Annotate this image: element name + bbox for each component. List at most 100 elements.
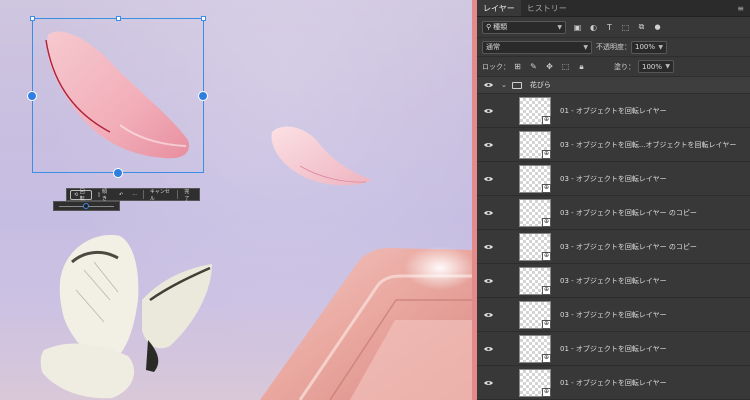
smart-object-icon: ⊕ bbox=[542, 183, 551, 193]
layers-container: ⊕ 01 - オブジェクトを回転レイヤー ⊕ 03 - オブジェクトを回転...オブジ… bbox=[477, 94, 750, 400]
layer-filter-row: ⚲ 種類 ▼ ▣ ◐ T ⬚ ⧉ ● bbox=[477, 17, 750, 38]
visibility-eye-icon[interactable] bbox=[477, 196, 499, 229]
layer-row[interactable]: ⊕ 03 - オブジェクトを回転レイヤー のコピー bbox=[477, 196, 750, 230]
tab-layers[interactable]: レイヤー bbox=[477, 0, 521, 16]
layer-thumbnail: ⊕ bbox=[519, 198, 551, 227]
layer-name: 01 - オブジェクトを回転レイヤー bbox=[560, 378, 667, 387]
fill-value: 100% bbox=[642, 62, 663, 71]
smart-object-icon: ⊕ bbox=[542, 217, 551, 227]
folder-icon bbox=[511, 81, 522, 89]
visibility-eye-icon[interactable] bbox=[477, 128, 499, 161]
lock-image-icon[interactable]: ✎ bbox=[529, 62, 538, 71]
layer-thumbnail: ⊕ bbox=[519, 96, 551, 125]
lock-all-icon[interactable]: 🔒︎ bbox=[577, 62, 586, 71]
layer-row[interactable]: ⊕ 03 - オブジェクトを回転レイヤー bbox=[477, 264, 750, 298]
layer-thumbnail: ⊕ bbox=[519, 300, 551, 329]
type-filter-icon[interactable]: T bbox=[605, 23, 614, 32]
tab-history[interactable]: ヒストリー bbox=[521, 0, 573, 16]
butterfly bbox=[40, 235, 212, 399]
visibility-eye-icon[interactable] bbox=[477, 332, 499, 365]
done-button[interactable]: 完了 bbox=[181, 189, 196, 202]
blend-mode-value: 通常 bbox=[486, 43, 500, 51]
visibility-eye-icon[interactable] bbox=[477, 264, 499, 297]
transform-handle-left[interactable] bbox=[27, 91, 37, 101]
group-name: 花びら bbox=[529, 81, 551, 89]
visibility-eye-icon[interactable] bbox=[477, 162, 499, 195]
toolbar-separator bbox=[177, 190, 179, 199]
layer-row[interactable]: ⊕ 01 - オブジェクトを回転レイヤー bbox=[477, 94, 750, 128]
lock-transparency-icon[interactable]: ⊞ bbox=[513, 62, 522, 71]
layer-thumbnail: ⊕ bbox=[519, 130, 551, 159]
chevron-down-icon: ▼ bbox=[557, 23, 562, 31]
visibility-eye-icon[interactable] bbox=[477, 230, 499, 263]
transform-handle-top-right[interactable] bbox=[201, 16, 206, 21]
layer-name: 01 - オブジェクトを回転レイヤー bbox=[560, 106, 667, 115]
slider-knob[interactable] bbox=[83, 203, 89, 209]
transform-handle-top-left[interactable] bbox=[30, 16, 35, 21]
skew-label: 傾き bbox=[102, 188, 108, 202]
layer-row[interactable]: ⊕ 01 - オブジェクトを回転レイヤー bbox=[477, 332, 750, 366]
panel-menu-icon[interactable]: ≡ bbox=[731, 0, 750, 16]
visibility-eye-icon[interactable] bbox=[477, 94, 499, 127]
smart-object-icon: ⊕ bbox=[542, 285, 551, 295]
layer-name: 03 - オブジェクトを回転...オブジェクトを回転レイヤー bbox=[560, 140, 737, 149]
skew-icon: ▯ bbox=[97, 191, 101, 198]
lock-artboard-icon[interactable]: ⬚ bbox=[561, 62, 570, 71]
toolbar-separator bbox=[143, 190, 144, 199]
transform-handle-top[interactable] bbox=[116, 16, 121, 21]
layer-group-row[interactable]: ⌄ 花びら bbox=[477, 77, 750, 94]
layer-row[interactable]: ⊕ 03 - オブジェクトを回転レイヤー のコピー bbox=[477, 230, 750, 264]
lock-position-icon[interactable]: ✥ bbox=[545, 62, 554, 71]
filter-toggle-icon[interactable]: ● bbox=[653, 23, 662, 32]
layer-name: 03 - オブジェクトを回転レイヤー のコピー bbox=[560, 242, 697, 251]
chevron-down-icon: ▼ bbox=[583, 43, 588, 51]
smart-object-filter-icon[interactable]: ⧉ bbox=[637, 22, 646, 32]
smart-object-icon: ⊕ bbox=[542, 319, 551, 329]
more-button[interactable]: ··· bbox=[129, 190, 140, 200]
pixel-filter-icon[interactable]: ▣ bbox=[573, 23, 582, 32]
layer-row[interactable]: ⊕ 03 - オブジェクトを回転レイヤー bbox=[477, 298, 750, 332]
smart-object-icon: ⊕ bbox=[542, 149, 551, 159]
rotate-icon: ⟲ bbox=[74, 191, 79, 198]
shape-filter-icon[interactable]: ⬚ bbox=[621, 23, 630, 32]
smart-object-icon: ⊕ bbox=[542, 115, 551, 125]
visibility-eye-icon[interactable] bbox=[477, 77, 499, 93]
undo-icon: ↶ bbox=[119, 191, 124, 198]
filter-kind-dropdown[interactable]: ⚲ 種類 ▼ bbox=[482, 20, 566, 34]
transform-toolbar: ⟲ 回転 ▯ 傾き ↶ ··· キャンセル 完了 bbox=[66, 188, 200, 202]
rotate-button[interactable]: ⟲ 回転 bbox=[70, 188, 92, 202]
layer-name: 01 - オブジェクトを回転レイヤー bbox=[560, 344, 667, 353]
smart-object-icon: ⊕ bbox=[542, 251, 551, 261]
layer-row[interactable]: ⊕ 03 - オブジェクトを回転...オブジェクトを回転レイヤー bbox=[477, 128, 750, 162]
transform-handle-right[interactable] bbox=[198, 91, 208, 101]
panel-tabs: レイヤー ヒストリー ≡ bbox=[477, 0, 750, 17]
layer-thumbnail: ⊕ bbox=[519, 164, 551, 193]
blend-mode-dropdown[interactable]: 通常 ▼ bbox=[482, 40, 592, 54]
opacity-field[interactable]: 100% ▼ bbox=[631, 40, 667, 54]
opacity-label: 不透明度： bbox=[596, 43, 631, 51]
fill-field[interactable]: 100% ▼ bbox=[638, 60, 674, 73]
layer-row[interactable]: ⊕ 03 - オブジェクトを回転レイヤー bbox=[477, 162, 750, 196]
layer-list: ⌄ 花びら ⊕ 01 - オブジェクトを回転レイヤー ⊕ 03 - オブジェクトを回転… bbox=[477, 77, 750, 400]
layer-thumbnail: ⊕ bbox=[519, 232, 551, 261]
adjustment-filter-icon[interactable]: ◐ bbox=[589, 23, 598, 32]
opacity-value: 100% bbox=[635, 43, 656, 51]
cancel-button[interactable]: キャンセル bbox=[147, 189, 175, 202]
lock-row: ロック： ⊞ ✎ ✥ ⬚ 🔒︎ 塗り： 100% ▼ bbox=[477, 57, 750, 77]
search-icon: ⚲ bbox=[486, 23, 492, 31]
transform-bounding-box[interactable] bbox=[27, 16, 208, 178]
document-canvas[interactable]: ⟲ 回転 ▯ 傾き ↶ ··· キャンセル 完了 bbox=[0, 0, 472, 400]
rotate-handle[interactable] bbox=[113, 168, 123, 178]
layer-name: 03 - オブジェクトを回転レイヤー bbox=[560, 174, 667, 183]
perfume-bottle bbox=[260, 246, 472, 400]
skew-button[interactable]: ▯ 傾き bbox=[95, 188, 113, 202]
filter-kind-label: 種類 bbox=[493, 23, 508, 31]
visibility-eye-icon[interactable] bbox=[477, 366, 499, 399]
layer-row[interactable]: ⊕ 01 - オブジェクトを回転レイヤー bbox=[477, 366, 750, 400]
rotate-label: 回転 bbox=[79, 188, 85, 202]
layer-name: 03 - オブジェクトを回転レイヤー のコピー bbox=[560, 208, 697, 217]
rotation-slider[interactable] bbox=[53, 201, 120, 211]
reset-button[interactable]: ↶ bbox=[116, 190, 126, 200]
group-expand-icon[interactable]: ⌄ bbox=[501, 81, 507, 89]
visibility-eye-icon[interactable] bbox=[477, 298, 499, 331]
